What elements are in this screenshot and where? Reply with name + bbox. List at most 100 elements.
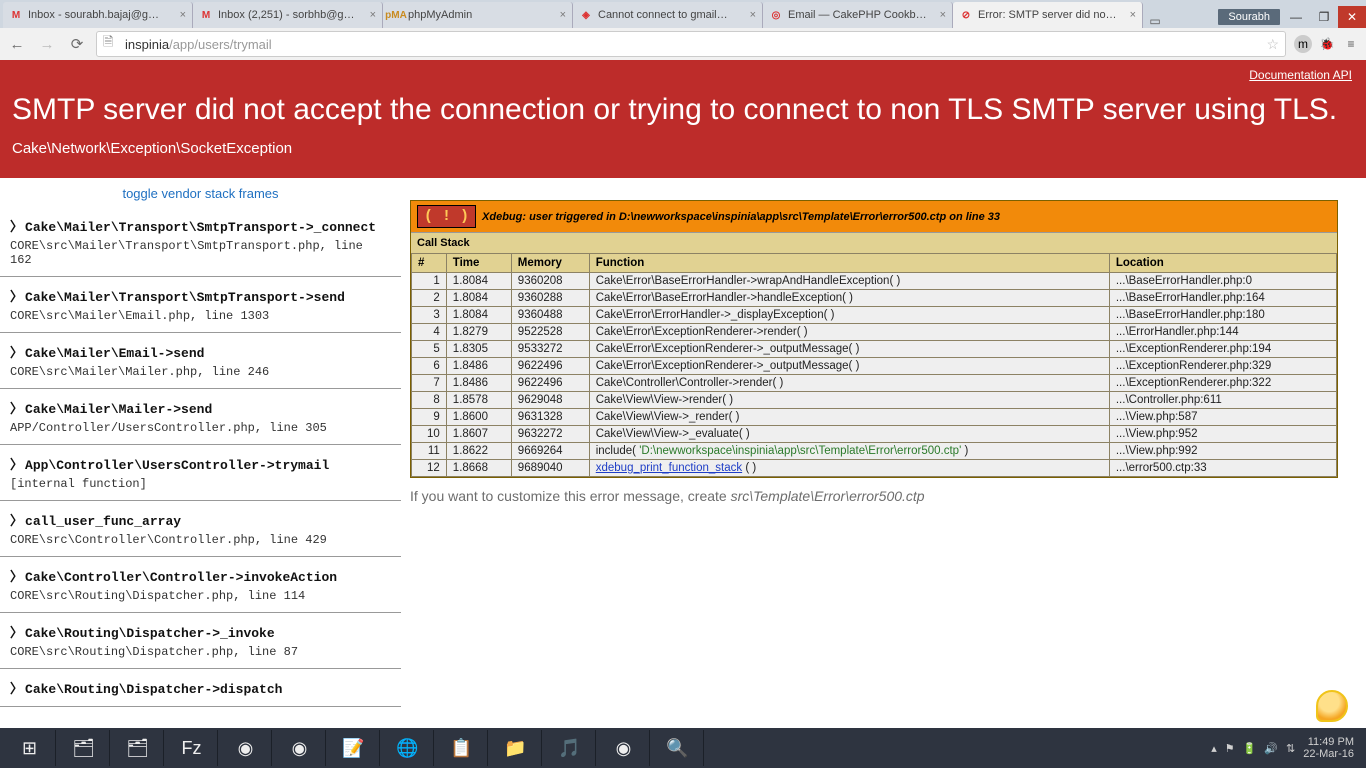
tab-close-icon[interactable]: × (180, 9, 186, 21)
taskbar-app-button[interactable]: ◉ (598, 730, 650, 766)
taskbar-app-button[interactable]: ◉ (274, 730, 326, 766)
callstack-row: 11.80849360208Cake\Error\BaseErrorHandle… (412, 273, 1337, 290)
tab-title: Error: SMTP server did no… (978, 9, 1126, 21)
taskbar-app-button[interactable]: 🌐 (382, 730, 434, 766)
tab-title: Cannot connect to gmail… (598, 9, 746, 21)
browser-tab[interactable]: pMA phpMyAdmin × (383, 2, 573, 28)
tab-close-icon[interactable]: × (940, 9, 946, 21)
stack-frame[interactable]: 〉Cake\Controller\Controller->invokeActio… (0, 557, 401, 613)
taskbar-app-button[interactable]: Fz (166, 730, 218, 766)
browser-tab-strip: M Inbox - sourabh.bajaj@g… × M Inbox (2,251)… (0, 0, 1366, 28)
tray-volume-icon[interactable]: 🔊 (1264, 742, 1278, 755)
stack-frame[interactable]: 〉Cake\Mailer\Transport\SmtpTransport->se… (0, 277, 401, 333)
error-title: SMTP server did not accept the connectio… (12, 92, 1354, 128)
exception-class: Cake\Network\Exception\SocketException (12, 140, 1354, 157)
callstack-row: 51.83059533272Cake\Error\ExceptionRender… (412, 341, 1337, 358)
stack-frame[interactable]: 〉Cake\Routing\Dispatcher->dispatch (0, 669, 401, 707)
tab-favicon: M (199, 8, 213, 22)
bookmark-star-icon[interactable]: ☆ (1266, 36, 1279, 53)
tab-favicon: pMA (389, 8, 403, 22)
col-num: # (412, 254, 447, 273)
tab-favicon: ◎ (769, 8, 783, 22)
tab-close-icon[interactable]: × (1130, 9, 1136, 21)
callstack-row: 21.80849360288Cake\Error\BaseErrorHandle… (412, 290, 1337, 307)
tab-title: Inbox (2,251) - sorbhb@g… (218, 9, 366, 21)
extension-icon[interactable]: 🐞 (1318, 35, 1336, 53)
taskbar-app-button[interactable]: 📋 (436, 730, 488, 766)
taskbar-app-button[interactable]: 🗂 (58, 730, 110, 766)
col-function: Function (589, 254, 1109, 273)
callstack-heading: Call Stack (411, 232, 1337, 253)
stack-frame[interactable]: 〉Cake\Routing\Dispatcher->_invokeCORE\sr… (0, 613, 401, 669)
documentation-api-link[interactable]: Documentation API (1249, 68, 1352, 82)
browser-tab[interactable]: ◎ Email — CakePHP Cookb… × (763, 2, 953, 28)
tray-network-icon[interactable]: ⇅ (1286, 742, 1295, 755)
tab-favicon: ◈ (579, 8, 593, 22)
taskbar-app-button[interactable]: 🗂 (112, 730, 164, 766)
xdebug-panel: ( ! ) Xdebug: user triggered in D:\newwo… (410, 200, 1338, 478)
taskbar-app-button[interactable]: ◉ (220, 730, 272, 766)
window-maximize-button[interactable]: ❐ (1310, 6, 1338, 28)
new-tab-button[interactable]: ▭ (1143, 14, 1167, 28)
url-path: /app/users/trymail (169, 37, 272, 52)
profile-button[interactable]: Sourabh (1218, 9, 1280, 25)
stack-frame[interactable]: 〉Cake\Mailer\Transport\SmtpTransport->_c… (0, 207, 401, 277)
url-host: inspinia (125, 37, 169, 52)
browser-tab[interactable]: ◈ Cannot connect to gmail… × (573, 2, 763, 28)
tab-close-icon[interactable]: × (560, 9, 566, 21)
stack-frame[interactable]: 〉call_user_func_arrayCORE\src\Controller… (0, 501, 401, 557)
col-time: Time (446, 254, 511, 273)
stack-frame[interactable]: 〉Cake\Mailer\Mailer->sendAPP/Controller/… (0, 389, 401, 445)
tab-favicon: M (9, 8, 23, 22)
tray-flag-icon[interactable]: ⚑ (1225, 742, 1235, 755)
window-close-button[interactable]: ✕ (1338, 6, 1366, 28)
back-button[interactable]: ← (6, 36, 28, 53)
tray-battery-icon[interactable]: 🔋 (1243, 742, 1257, 755)
callstack-row: 61.84869622496Cake\Error\ExceptionRender… (412, 358, 1337, 375)
browser-tab[interactable]: ⊘ Error: SMTP server did no… × (953, 2, 1143, 28)
customize-note: If you want to customize this error mess… (410, 488, 1338, 504)
tab-title: Inbox - sourabh.bajaj@g… (28, 9, 176, 21)
xdebug-warning-icon: ( ! ) (417, 205, 476, 228)
tray-expand-icon[interactable]: ▴ (1211, 742, 1217, 755)
callstack-row: 101.86079632272Cake\View\View->_evaluate… (412, 426, 1337, 443)
reload-button[interactable]: ⟳ (66, 35, 88, 53)
callstack-row: 41.82799522528Cake\Error\ExceptionRender… (412, 324, 1337, 341)
tab-close-icon[interactable]: × (750, 9, 756, 21)
windows-taskbar: ⊞🗂🗂Fz◉◉📝🌐📋📁🎵◉🔍 ▴ ⚑ 🔋 🔊 ⇅ 11:49 PM 22-Mar… (0, 728, 1366, 768)
stack-frame[interactable]: 〉App\Controller\UsersController->trymail… (0, 445, 401, 501)
taskbar-app-button[interactable]: 🔍 (652, 730, 704, 766)
xdebug-function-link[interactable]: xdebug_print_function_stack (596, 462, 742, 474)
xdebug-message: Xdebug: user triggered in D:\newworkspac… (482, 211, 1000, 223)
stack-frame[interactable]: 〉Cake\Mailer\Email->sendCORE\src\Mailer\… (0, 333, 401, 389)
forward-button[interactable]: → (36, 36, 58, 53)
chrome-menu-button[interactable]: ≡ (1342, 35, 1360, 53)
window-minimize-button[interactable]: — (1282, 6, 1310, 28)
page-icon: 🗎 (103, 33, 119, 55)
callstack-row: 31.80849360488Cake\Error\ErrorHandler->_… (412, 307, 1337, 324)
tab-close-icon[interactable]: × (370, 9, 376, 21)
browser-tab[interactable]: M Inbox (2,251) - sorbhb@g… × (193, 2, 383, 28)
callstack-row: 111.86229669264include( 'D:\newworkspace… (412, 443, 1337, 460)
callstack-row: 81.85789629048Cake\View\View->render( ).… (412, 392, 1337, 409)
tab-favicon: ⊘ (959, 8, 973, 22)
callstack-table: # Time Memory Function Location 11.80849… (411, 253, 1337, 477)
browser-tab[interactable]: M Inbox - sourabh.bajaj@g… × (3, 2, 193, 28)
error-banner: Documentation API SMTP server did not ac… (0, 60, 1366, 178)
assistant-bubble-icon[interactable] (1316, 690, 1348, 722)
taskbar-app-button[interactable]: 🎵 (544, 730, 596, 766)
callstack-row: 121.86689689040xdebug_print_function_sta… (412, 460, 1337, 477)
address-bar[interactable]: 🗎 inspinia/app/users/trymail ☆ (96, 31, 1286, 57)
taskbar-app-button[interactable]: ⊞ (4, 730, 56, 766)
col-memory: Memory (511, 254, 589, 273)
callstack-row: 71.84869622496Cake\Controller\Controller… (412, 375, 1337, 392)
extension-icon[interactable]: m (1294, 35, 1312, 53)
toggle-vendor-frames-link[interactable]: toggle vendor stack frames (0, 178, 401, 207)
tab-title: Email — CakePHP Cookb… (788, 9, 936, 21)
col-location: Location (1109, 254, 1336, 273)
tab-title: phpMyAdmin (408, 9, 556, 21)
taskbar-clock[interactable]: 11:49 PM 22-Mar-16 (1303, 736, 1354, 760)
taskbar-app-button[interactable]: 📝 (328, 730, 380, 766)
callstack-row: 91.86009631328Cake\View\View->_render( )… (412, 409, 1337, 426)
taskbar-app-button[interactable]: 📁 (490, 730, 542, 766)
